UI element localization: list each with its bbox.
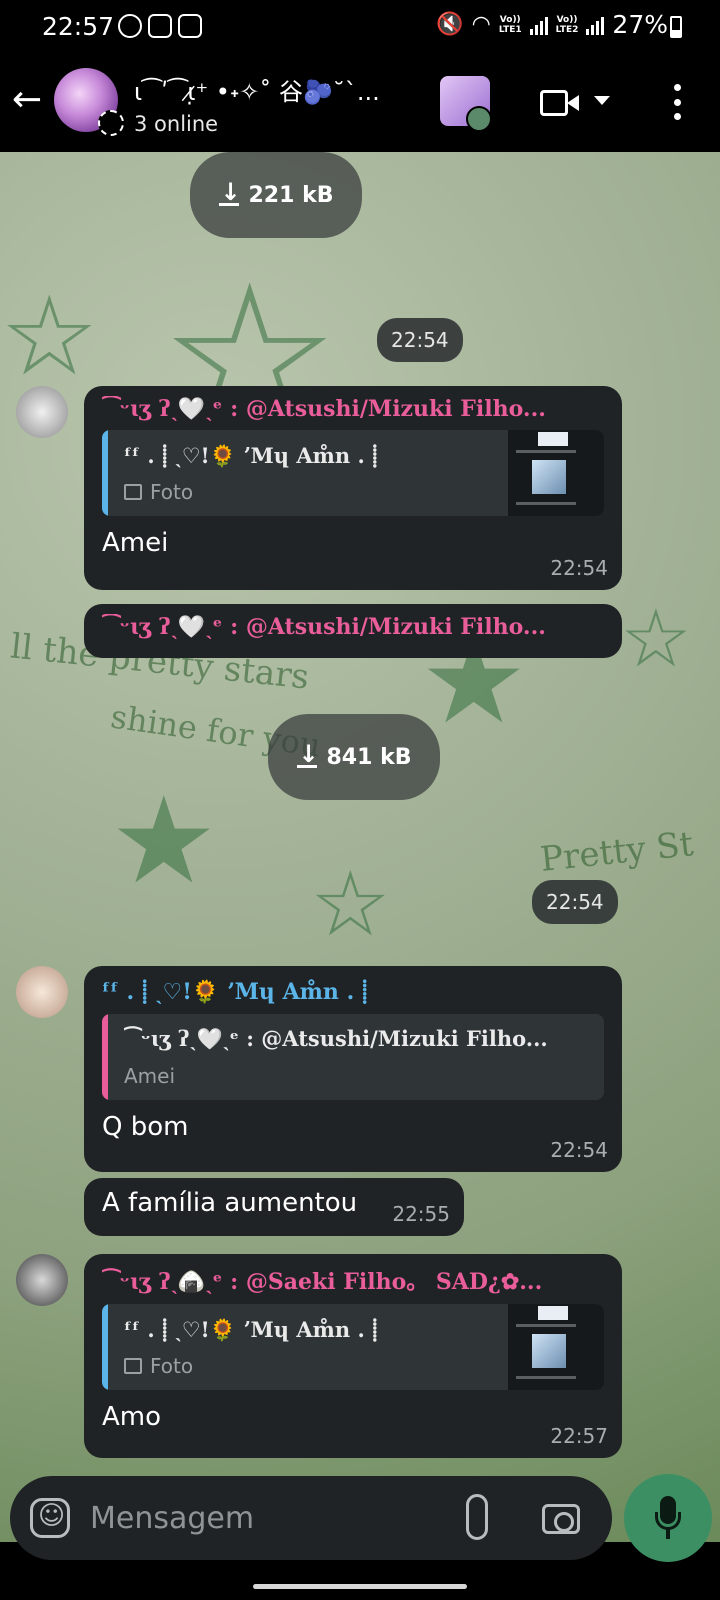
online-count: 3 online bbox=[134, 112, 219, 136]
wallpaper-star: ☆ bbox=[310, 852, 391, 957]
battery-icon bbox=[670, 16, 682, 38]
capcut-icon bbox=[148, 14, 172, 38]
time-pill: 22:54 bbox=[377, 318, 463, 362]
quote-sender: ⁀ᵕɩʒ ʔˎ🤍ˎᵉ : @Atsushi/Mizuki Filho... bbox=[124, 1026, 548, 1051]
message-bubble[interactable]: ⁀ᵕɩʒ ʔˎ🍙ˎᵉ : @Saeki Filho。 SAD¿✿... ᶠᶠ .… bbox=[84, 1254, 622, 1458]
quote-preview-text: Foto bbox=[150, 1354, 194, 1378]
sender-name[interactable]: ⁀ᵕɩʒ ʔˎ🤍ˎᵉ : @Atsushi/Mizuki Filho... bbox=[102, 396, 604, 422]
quote-preview: Amei bbox=[124, 1064, 175, 1088]
wallpaper-doodle: Pretty St bbox=[538, 824, 696, 880]
message-time: 22:57 bbox=[550, 1424, 608, 1448]
message-time: 22:54 bbox=[550, 556, 608, 580]
status-bar: 22:57 🔇 ◠ Vo)) LTE1 Vo)) LTE2 27% bbox=[0, 0, 720, 54]
mic-button[interactable] bbox=[624, 1474, 712, 1562]
signal2-icon bbox=[586, 15, 605, 35]
wallpaper-star: ★ bbox=[110, 772, 218, 911]
sticker-icon[interactable] bbox=[30, 1498, 70, 1538]
quote-thumbnail bbox=[508, 430, 604, 516]
disappearing-timer-icon bbox=[98, 110, 124, 136]
message-bubble[interactable]: ᶠᶠ . ⸽ ˎ♡!🌻 ʼMɥ Am̊n . ⸽ ⁀ᵕɩʒ ʔˎ🤍ˎᵉ : @A… bbox=[84, 966, 622, 1172]
avatar[interactable] bbox=[16, 1254, 68, 1306]
notification-icons bbox=[118, 14, 202, 38]
message-input-bar[interactable] bbox=[10, 1476, 612, 1560]
avatar[interactable] bbox=[16, 386, 68, 438]
signal1-icon bbox=[529, 15, 548, 35]
time-pill: 22:54 bbox=[532, 880, 618, 924]
message-time: 22:54 bbox=[550, 1138, 608, 1162]
wallpaper-star: ☆ bbox=[0, 272, 99, 400]
lte2-label: Vo)) LTE2 bbox=[555, 14, 579, 35]
message-text: Amo bbox=[102, 1402, 162, 1432]
status-right: 🔇 ◠ Vo)) LTE1 Vo)) LTE2 27% bbox=[436, 10, 668, 39]
mute-icon: 🔇 bbox=[436, 12, 464, 37]
sender-name[interactable]: ᶠᶠ . ⸽ ˎ♡!🌻 ʼMɥ Am̊n . ⸽ bbox=[102, 976, 604, 1006]
chat-header: ← ɩ⁀ʹ⁀ɩ̷̣⁺ •˖✧˚ 谷🫐˘ˋ... 3 online bbox=[0, 54, 720, 152]
wallpaper-star: ☆ bbox=[620, 592, 692, 685]
photo-icon bbox=[124, 484, 142, 500]
message-input[interactable] bbox=[90, 1496, 450, 1540]
home-indicator[interactable] bbox=[253, 1584, 467, 1589]
message-text: Q bom bbox=[102, 1112, 189, 1142]
message-time: 22:55 bbox=[392, 1202, 450, 1226]
video-call-button[interactable] bbox=[540, 88, 580, 118]
reply-quote[interactable]: ᶠᶠ . ⸽ ˎ♡!🌻 ʼMɥ Am̊n . ⸽ Foto bbox=[102, 430, 604, 516]
file-download-pill[interactable]: 221 kB bbox=[190, 152, 362, 238]
more-options-button[interactable] bbox=[672, 84, 682, 120]
media-icon bbox=[178, 14, 202, 38]
photo-icon bbox=[124, 1358, 142, 1374]
whatsapp-icon bbox=[118, 14, 142, 38]
message-text: Amei bbox=[102, 528, 169, 558]
back-button[interactable]: ← bbox=[12, 80, 52, 120]
message-bubble[interactable]: ⁀ᵕɩʒ ʔˎ🤍ˎᵉ : @Atsushi/Mizuki Filho... ᶠᶠ… bbox=[84, 386, 622, 590]
file-download-pill[interactable]: 841 kB bbox=[268, 714, 440, 800]
message-bubble[interactable]: A família aumentou 22:55 bbox=[84, 1178, 464, 1236]
quote-preview: Foto bbox=[124, 480, 193, 504]
attach-icon[interactable] bbox=[466, 1494, 488, 1540]
status-time: 22:57 bbox=[42, 12, 115, 41]
reply-quote[interactable]: ᶠᶠ . ⸽ ˎ♡!🌻 ʼMɥ Am̊n . ⸽ Foto bbox=[102, 1304, 604, 1390]
check-badge-icon bbox=[466, 106, 492, 132]
quote-preview-text: Amei bbox=[124, 1064, 176, 1088]
wifi-icon: ◠ bbox=[471, 12, 491, 37]
quote-preview-text: Foto bbox=[150, 480, 194, 504]
battery-percent: 27% bbox=[612, 10, 668, 39]
call-options-chevron-icon[interactable] bbox=[594, 96, 610, 105]
download-icon bbox=[218, 178, 241, 206]
message-bubble[interactable]: ⁀ᵕɩʒ ʔˎ🤍ˎᵉ : @Atsushi/Mizuki Filho... bbox=[84, 604, 622, 658]
quote-sender: ᶠᶠ . ⸽ ˎ♡!🌻 ʼMɥ Am̊n . ⸽ bbox=[124, 443, 378, 468]
quote-sender: ᶠᶠ . ⸽ ˎ♡!🌻 ʼMɥ Am̊n . ⸽ bbox=[124, 1317, 378, 1342]
chat-area[interactable]: ☆ ☆ ★ ★ ☆ ☆ ll the pretty stars shine fo… bbox=[0, 152, 720, 1542]
avatar[interactable] bbox=[16, 966, 68, 1018]
file-size: 841 kB bbox=[326, 744, 412, 770]
quote-preview: Foto bbox=[124, 1354, 193, 1378]
lte1-label: Vo)) LTE1 bbox=[498, 14, 522, 35]
file-size: 221 kB bbox=[248, 182, 334, 208]
sender-name[interactable]: ⁀ᵕɩʒ ʔˎ🍙ˎᵉ : @Saeki Filho。 SAD¿✿... bbox=[102, 1264, 604, 1296]
chat-title[interactable]: ɩ⁀ʹ⁀ɩ̷̣⁺ •˖✧˚ 谷🫐˘ˋ... bbox=[134, 72, 414, 107]
camera-icon[interactable] bbox=[542, 1504, 580, 1534]
sender-name[interactable]: ⁀ᵕɩʒ ʔˎ🤍ˎᵉ : @Atsushi/Mizuki Filho... bbox=[102, 614, 604, 640]
quote-thumbnail bbox=[508, 1304, 604, 1390]
reply-quote[interactable]: ⁀ᵕɩʒ ʔˎ🤍ˎᵉ : @Atsushi/Mizuki Filho... Am… bbox=[102, 1014, 604, 1100]
download-icon bbox=[296, 740, 319, 768]
